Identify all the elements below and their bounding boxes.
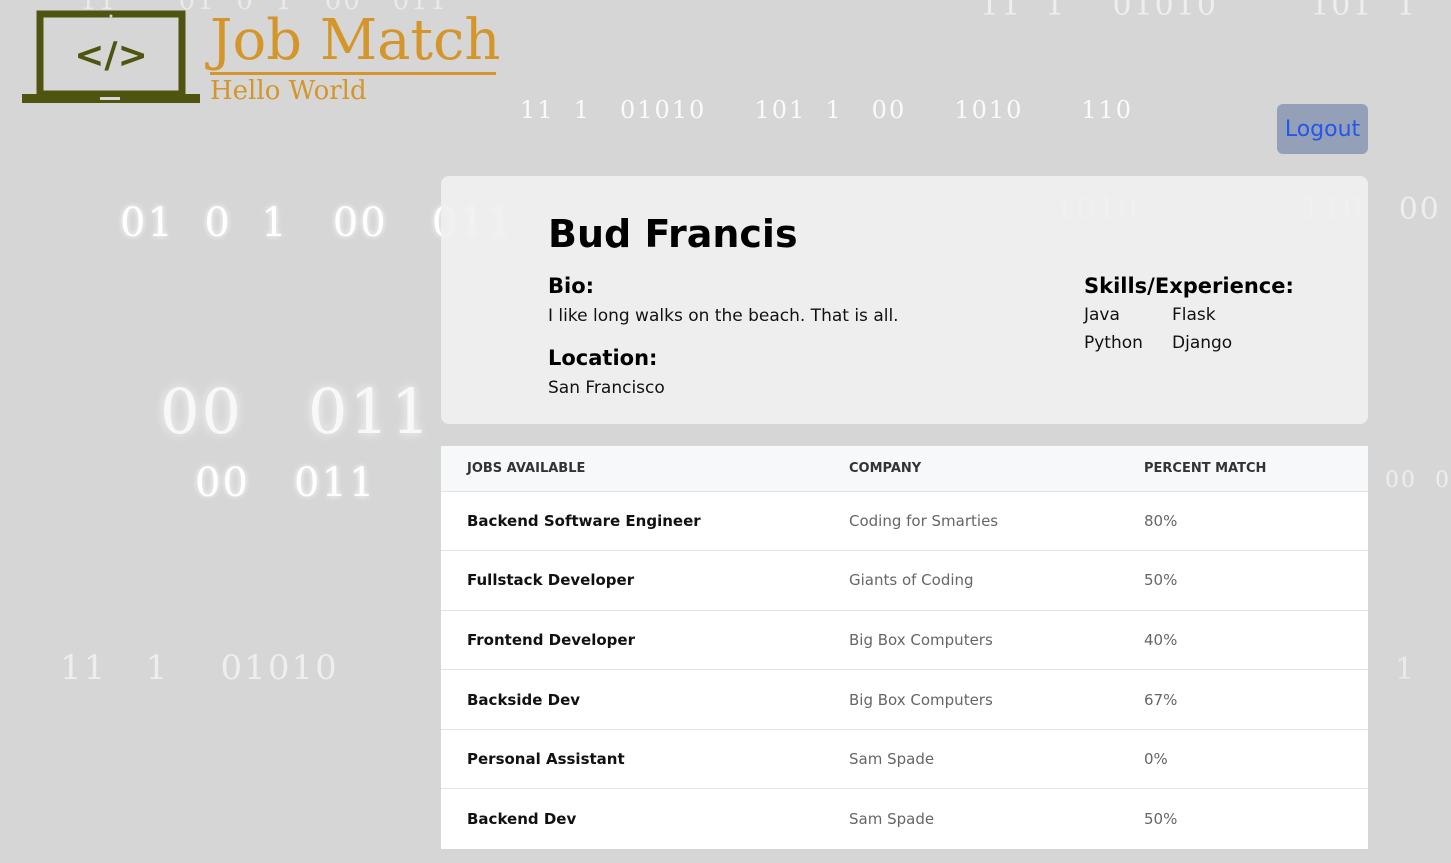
- percent-match-cell: 80%: [1144, 511, 1178, 530]
- skill-item: Django: [1172, 333, 1233, 353]
- laptop-code-icon: </>: [22, 10, 200, 103]
- skills-list: Java Flask Python Django: [1084, 305, 1260, 353]
- table-header-row: Jobs Available Company Percent Match: [441, 446, 1368, 491]
- logo-code-glyph: </>: [74, 35, 147, 76]
- job-title-cell: Backend Dev: [467, 810, 577, 829]
- logo-subtitle: Hello World: [210, 76, 367, 106]
- skill-item: Java: [1084, 305, 1120, 325]
- company-cell: Coding for Smarties: [849, 511, 999, 530]
- profile-card: Bud Francis Bio: I like long walks on th…: [441, 176, 1368, 424]
- background-binary-text: 1: [1395, 652, 1417, 687]
- job-title-cell: Backend Software Engineer: [467, 511, 701, 530]
- bio-text: I like long walks on the beach. That is …: [548, 306, 899, 326]
- background-binary-text: 00 011: [195, 460, 377, 506]
- skill-item: Flask: [1172, 305, 1216, 325]
- company-cell: Big Box Computers: [849, 630, 993, 649]
- job-title-cell: Personal Assistant: [467, 750, 625, 769]
- column-header-company: Company: [849, 460, 922, 476]
- percent-match-cell: 0%: [1144, 750, 1168, 769]
- job-match-logo[interactable]: </> Job Match Hello World: [22, 10, 502, 110]
- location-label: Location:: [548, 346, 658, 370]
- job-title-cell: Fullstack Developer: [467, 571, 635, 590]
- jobs-table: Jobs Available Company Percent Match Bac…: [441, 446, 1368, 849]
- column-header-percent-match: Percent Match: [1144, 460, 1267, 476]
- profile-name: Bud Francis: [548, 212, 798, 256]
- background-binary-text: 00 011: [160, 375, 433, 448]
- bio-label: Bio:: [548, 274, 595, 298]
- table-row[interactable]: Fullstack Developer Giants of Coding 50%: [441, 550, 1368, 611]
- background-binary-text: 11 1 01010 101 1: [980, 0, 1418, 23]
- table-row[interactable]: Backside Dev Big Box Computers 67%: [441, 669, 1368, 730]
- job-title-cell: Backside Dev: [467, 690, 581, 709]
- table-row[interactable]: Frontend Developer Big Box Computers 40%: [441, 610, 1368, 670]
- job-title-cell: Frontend Developer: [467, 630, 635, 649]
- company-cell: Big Box Computers: [849, 690, 993, 709]
- logo-title: Job Match: [210, 8, 501, 73]
- company-cell: Giants of Coding: [849, 571, 974, 590]
- background-binary-text: 11 1 01010 101 1 00 1010 110: [520, 96, 1134, 124]
- percent-match-cell: 50%: [1144, 571, 1178, 590]
- location-text: San Francisco: [548, 378, 665, 398]
- column-header-jobs: Jobs Available: [467, 460, 586, 476]
- percent-match-cell: 67%: [1144, 690, 1178, 709]
- table-row[interactable]: Backend Software Engineer Coding for Sma…: [441, 491, 1368, 551]
- logout-button[interactable]: Logout: [1277, 104, 1368, 154]
- skills-label: Skills/Experience:: [1084, 274, 1294, 298]
- table-row[interactable]: Personal Assistant Sam Spade 0%: [441, 729, 1368, 789]
- company-cell: Sam Spade: [849, 810, 935, 829]
- percent-match-cell: 40%: [1144, 630, 1178, 649]
- skill-item: Python: [1084, 333, 1143, 353]
- percent-match-cell: 50%: [1144, 810, 1178, 829]
- background-binary-text: 00 0: [1385, 468, 1451, 493]
- company-cell: Sam Spade: [849, 750, 935, 769]
- table-row[interactable]: Backend Dev Sam Spade 50%: [441, 788, 1368, 849]
- background-binary-text: 11 1 01010: [60, 648, 339, 688]
- logo-divider: [210, 72, 496, 75]
